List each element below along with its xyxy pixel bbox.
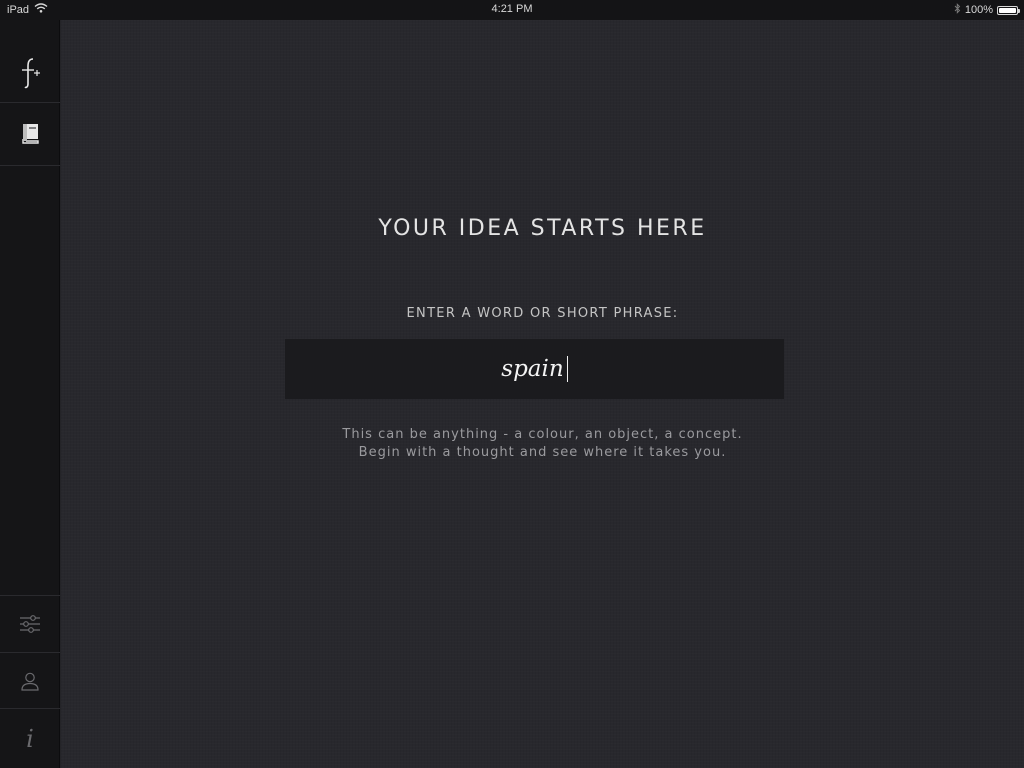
idea-input-value: spain bbox=[501, 356, 564, 382]
profile-button[interactable] bbox=[0, 653, 60, 708]
sliders-icon bbox=[20, 615, 40, 633]
helper-line-2: Begin with a thought and see where it ta… bbox=[358, 445, 727, 460]
book-icon bbox=[22, 124, 39, 144]
battery-fill bbox=[999, 7, 1016, 13]
idea-input[interactable]: spain bbox=[285, 339, 784, 399]
helper-text: This can be anything - a colour, an obje… bbox=[61, 426, 1024, 462]
new-idea-button[interactable] bbox=[0, 42, 60, 104]
info-icon: i bbox=[26, 724, 34, 753]
bluetooth-icon bbox=[954, 3, 961, 17]
info-button[interactable]: i bbox=[0, 709, 60, 768]
sidebar-divider bbox=[0, 165, 60, 166]
library-button[interactable] bbox=[0, 103, 60, 165]
status-time: 4:21 PM bbox=[491, 3, 533, 15]
page-title: YOUR IDEA STARTS HERE bbox=[378, 216, 707, 241]
status-bar: iPad 4:21 PM 100% bbox=[0, 0, 1024, 20]
main-content: YOUR IDEA STARTS HERE ENTER A WORD OR SH… bbox=[61, 20, 1024, 768]
helper-line-1: This can be anything - a colour, an obje… bbox=[342, 427, 743, 442]
battery-percent: 100% bbox=[964, 4, 993, 16]
sidebar: i bbox=[0, 20, 60, 768]
prompt-label: ENTER A WORD OR SHORT PHRASE: bbox=[406, 306, 679, 321]
battery-icon bbox=[997, 5, 1020, 15]
text-caret bbox=[566, 356, 568, 382]
user-icon bbox=[21, 672, 39, 691]
pen-plus-icon bbox=[22, 58, 40, 89]
status-right: 100% bbox=[954, 3, 1020, 17]
settings-button[interactable] bbox=[0, 596, 60, 652]
